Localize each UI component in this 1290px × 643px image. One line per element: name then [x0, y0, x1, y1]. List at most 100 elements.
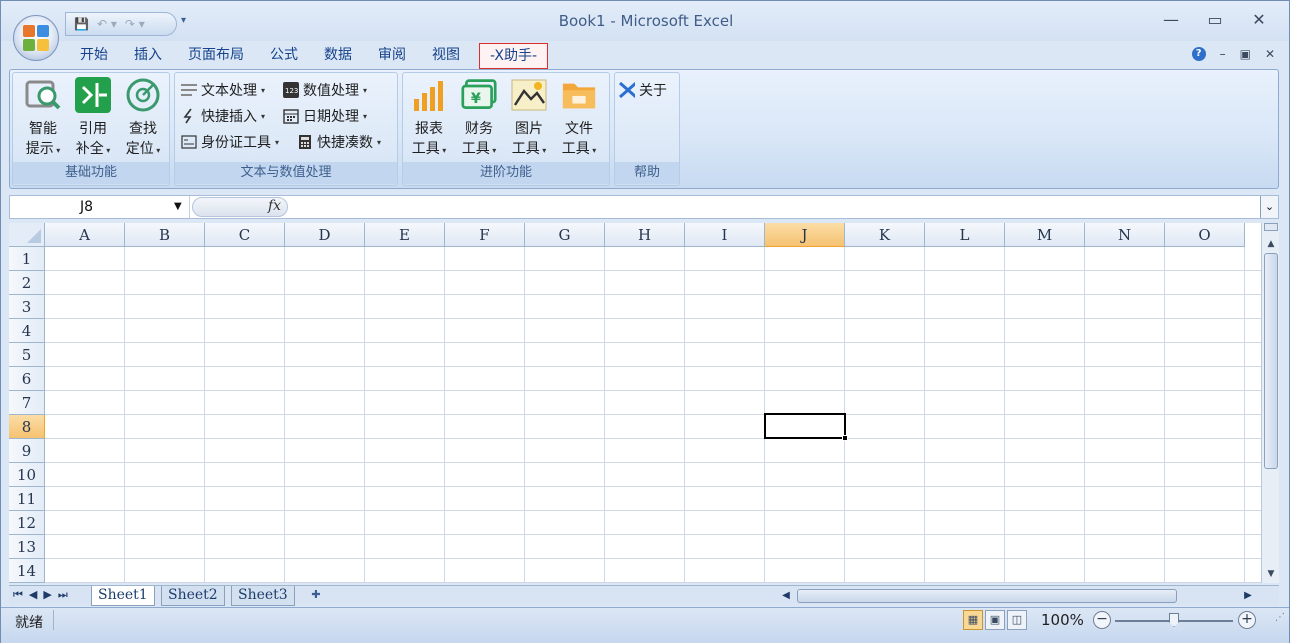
normal-view-icon[interactable]: ▦ — [963, 610, 983, 630]
row-header-14[interactable]: 14 — [9, 559, 45, 583]
quick-sum-match-button[interactable]: 快捷凑数 ▾ — [297, 131, 381, 153]
date-process-label: 日期处理 — [303, 109, 359, 125]
zoom-level[interactable]: 100% — [1041, 611, 1084, 629]
doc-minimize-button[interactable]: – — [1220, 47, 1226, 61]
office-button[interactable] — [13, 15, 59, 61]
zoom-slider-thumb[interactable] — [1169, 613, 1179, 627]
row-header-13[interactable]: 13 — [9, 535, 45, 559]
last-sheet-icon[interactable]: ⏭ — [58, 588, 68, 602]
insert-function-icon[interactable]: fx — [268, 198, 281, 214]
horizontal-scroll-thumb[interactable] — [797, 589, 1177, 603]
tab-home[interactable]: 开始 — [67, 43, 121, 69]
column-header-d[interactable]: D — [285, 223, 365, 247]
cell-area[interactable] — [45, 247, 1261, 583]
scroll-down-icon[interactable]: ▼ — [1264, 567, 1278, 581]
row-header-7[interactable]: 7 — [9, 391, 45, 415]
finance-tool-button[interactable]: ¥ 财务 工具 ▾ — [455, 77, 503, 161]
row-header-5[interactable]: 5 — [9, 343, 45, 367]
quick-sum-match-label: 快捷凑数 — [317, 135, 373, 151]
column-header-m[interactable]: M — [1005, 223, 1085, 247]
find-locate-button[interactable]: 查找 定位 ▾ — [119, 77, 167, 161]
row-header-8[interactable]: 8 — [9, 415, 45, 439]
column-header-h[interactable]: H — [605, 223, 685, 247]
column-header-l[interactable]: L — [925, 223, 1005, 247]
tab-page-layout[interactable]: 页面布局 — [175, 43, 257, 69]
column-header-g[interactable]: G — [525, 223, 605, 247]
image-tool-button[interactable]: 图片 工具 ▾ — [505, 77, 553, 161]
maximize-button[interactable]: ▭ — [1193, 7, 1237, 33]
tab-formulas[interactable]: 公式 — [257, 43, 311, 69]
tab-x-helper[interactable]: -X助手- — [479, 43, 548, 69]
smart-hint-button[interactable]: 智能 提示 ▾ — [19, 77, 67, 161]
zoom-in-icon[interactable]: + — [1238, 611, 1256, 629]
vertical-scroll-thumb[interactable] — [1264, 253, 1278, 469]
column-header-o[interactable]: O — [1165, 223, 1245, 247]
scroll-up-icon[interactable]: ▲ — [1264, 237, 1278, 251]
insert-sheet-icon[interactable]: ✚ — [307, 588, 325, 604]
column-header-i[interactable]: I — [685, 223, 765, 247]
name-box[interactable]: J8 — [10, 196, 190, 218]
column-header-k[interactable]: K — [845, 223, 925, 247]
row-header-9[interactable]: 9 — [9, 439, 45, 463]
column-header-a[interactable]: A — [45, 223, 125, 247]
tab-data[interactable]: 数据 — [311, 43, 365, 69]
expand-formula-bar-icon[interactable]: ⌄ — [1260, 196, 1278, 218]
id-card-tool-button[interactable]: 身份证工具 ▾ — [181, 131, 279, 153]
column-header-c[interactable]: C — [205, 223, 285, 247]
number-process-button[interactable]: 123 数值处理 ▾ — [283, 79, 367, 101]
text-process-button[interactable]: 文本处理 ▾ — [181, 79, 265, 101]
row-header-10[interactable]: 10 — [9, 463, 45, 487]
sheet-tab-3[interactable]: Sheet3 — [231, 586, 295, 606]
page-layout-view-icon[interactable]: ▣ — [985, 610, 1005, 630]
help-icon[interactable]: ? — [1191, 47, 1206, 61]
column-header-b[interactable]: B — [125, 223, 205, 247]
column-header-j[interactable]: J — [765, 223, 845, 247]
sheet-tab-2[interactable]: Sheet2 — [161, 586, 225, 606]
horizontal-scrollbar[interactable]: ◀ ▶ — [767, 588, 1255, 604]
select-all-button[interactable] — [9, 223, 45, 247]
split-handle[interactable] — [1264, 223, 1278, 231]
row-header-1[interactable]: 1 — [9, 247, 45, 271]
tab-view[interactable]: 视图 — [419, 43, 473, 69]
row-header-4[interactable]: 4 — [9, 319, 45, 343]
vertical-scrollbar[interactable]: ▲ ▼ — [1261, 223, 1279, 583]
formula-input[interactable] — [292, 196, 1258, 218]
zoom-out-icon[interactable]: − — [1093, 611, 1111, 629]
prev-sheet-icon[interactable]: ◀ — [29, 588, 37, 602]
dropdown-arrow-icon: ▾ — [363, 85, 368, 95]
column-header-f[interactable]: F — [445, 223, 525, 247]
row-header-6[interactable]: 6 — [9, 367, 45, 391]
page-break-view-icon[interactable]: ◫ — [1007, 610, 1027, 630]
column-header-e[interactable]: E — [365, 223, 445, 247]
about-button[interactable]: 关于 — [619, 79, 667, 101]
row-header-11[interactable]: 11 — [9, 487, 45, 511]
tab-review[interactable]: 审阅 — [365, 43, 419, 69]
minimize-button[interactable]: — — [1149, 7, 1193, 33]
find-locate-icon — [125, 77, 161, 113]
doc-restore-button[interactable]: ▣ — [1240, 47, 1251, 61]
name-box-dropdown-icon[interactable]: ▼ — [174, 196, 182, 218]
resize-grip-icon[interactable]: ⋰ — [1275, 612, 1285, 623]
row-header-12[interactable]: 12 — [9, 511, 45, 535]
report-tool-button[interactable]: 报表 工具 ▾ — [405, 77, 453, 161]
window-title: Book1 - Microsoft Excel — [558, 12, 734, 30]
scroll-right-icon[interactable]: ▶ — [1241, 588, 1255, 604]
next-sheet-icon[interactable]: ▶ — [43, 588, 51, 602]
fill-handle[interactable] — [842, 435, 848, 441]
scroll-left-icon[interactable]: ◀ — [779, 588, 793, 604]
active-cell[interactable] — [764, 413, 848, 441]
doc-close-button[interactable]: ✕ — [1265, 47, 1275, 61]
ref-complete-button[interactable]: 引用 补全 ▾ — [69, 77, 117, 161]
ribbon-tabs: 开始 插入 页面布局 公式 数据 审阅 视图 -X助手- — [67, 43, 548, 69]
row-header-3[interactable]: 3 — [9, 295, 45, 319]
date-process-button[interactable]: 日期处理 ▾ — [283, 105, 367, 127]
close-button[interactable]: ✕ — [1237, 7, 1281, 33]
sheet-tab-1[interactable]: Sheet1 — [91, 586, 155, 606]
column-header-n[interactable]: N — [1085, 223, 1165, 247]
row-header-2[interactable]: 2 — [9, 271, 45, 295]
quick-insert-button[interactable]: 快捷插入 ▾ — [181, 105, 265, 127]
file-tool-button[interactable]: 文件 工具 ▾ — [555, 77, 603, 161]
first-sheet-icon[interactable]: ⏮ — [13, 588, 23, 602]
tab-insert[interactable]: 插入 — [121, 43, 175, 69]
calendar-icon — [283, 108, 299, 124]
